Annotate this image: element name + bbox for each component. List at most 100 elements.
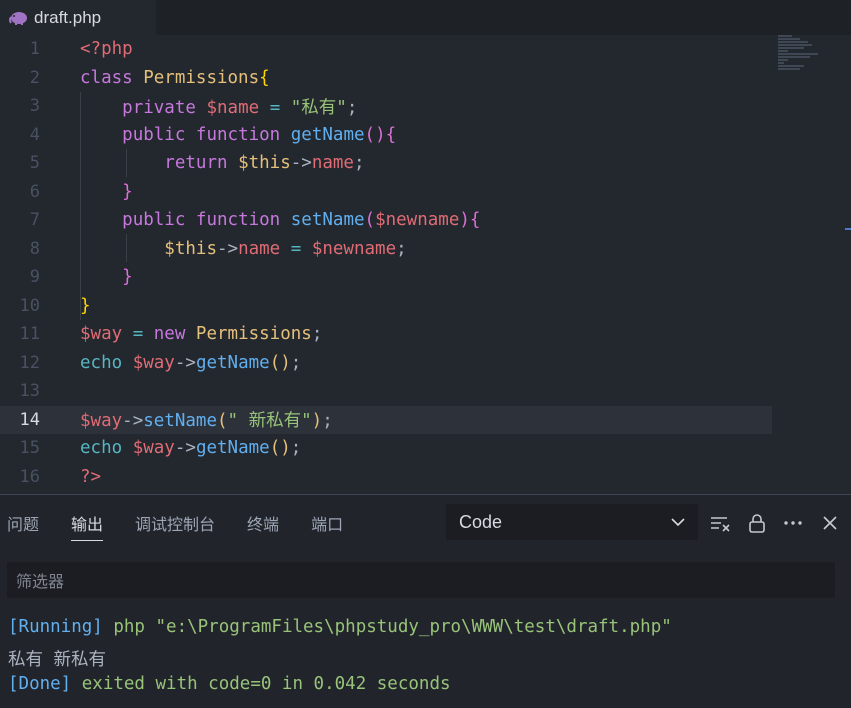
code-editor[interactable]: 1 <?php 2 class Permissions{ 3 private $…: [0, 35, 851, 493]
semicolon: ;: [311, 324, 323, 345]
keyword: public: [122, 124, 186, 145]
running-tag: [Running]: [8, 617, 103, 637]
code-line[interactable]: 13: [0, 377, 772, 406]
variable: $name: [206, 97, 260, 118]
output-channel-select[interactable]: Code: [446, 504, 698, 540]
tab-output[interactable]: 输出: [71, 508, 104, 541]
more-actions-icon[interactable]: [782, 512, 804, 534]
code-line[interactable]: 12 echo $way->getName();: [0, 349, 772, 378]
this-variable: $this: [238, 153, 291, 174]
keyword: public: [122, 210, 186, 231]
line-number: 15: [19, 438, 40, 459]
paren-open: (: [217, 411, 228, 432]
method-call: getName: [195, 438, 270, 459]
lock-icon[interactable]: [746, 512, 768, 534]
code-line[interactable]: 6 }: [0, 178, 772, 207]
output-panel: 问题 输出 调试控制台 终端 端口 Code 筛选器 [Running] php…: [0, 494, 851, 708]
clear-output-icon[interactable]: [709, 512, 731, 534]
keyword: echo: [80, 352, 123, 373]
code-line[interactable]: 3 private $name = "私有";: [0, 92, 772, 121]
line-number: 8: [29, 238, 40, 259]
line-number: 9: [29, 267, 40, 288]
filter-input[interactable]: 筛选器: [7, 562, 835, 598]
output-line: [Done] exited with code=0 in 0.042 secon…: [8, 674, 451, 694]
property: name: [311, 153, 354, 174]
code-line[interactable]: 5 return $this->name;: [0, 149, 772, 178]
operator: =: [122, 324, 154, 345]
keyword: return: [164, 153, 228, 174]
minimap[interactable]: [778, 35, 826, 75]
code-line[interactable]: 16 ?>: [0, 463, 772, 492]
output-channel-value: Code: [459, 511, 503, 532]
arrow-operator: ->: [216, 238, 239, 259]
brace: }: [122, 267, 133, 288]
class-name: Permissions: [143, 67, 260, 88]
output-line: [Running] php "e:\ProgramFiles\phpstudy_…: [8, 617, 672, 637]
code-line[interactable]: 4 public function getName(){: [0, 121, 772, 150]
tab-terminal[interactable]: 终端: [247, 508, 279, 538]
arrow-operator: ->: [290, 153, 312, 174]
parens: (): [364, 124, 386, 145]
brace: }: [80, 295, 91, 316]
paren-open: (: [364, 210, 376, 231]
run-command: php "e:\ProgramFiles\phpstudy_pro\WWW\te…: [102, 617, 672, 637]
operator: =: [280, 238, 312, 259]
tab-problems[interactable]: 问题: [7, 508, 39, 538]
tab-debug-console[interactable]: 调试控制台: [135, 508, 215, 538]
semicolon: ;: [290, 352, 302, 373]
line-number: 14: [19, 409, 40, 430]
paren-close: ): [459, 210, 470, 231]
tab-filename: draft.php: [34, 7, 102, 27]
brace: {: [259, 67, 270, 88]
line-number: 2: [29, 67, 40, 88]
code-line[interactable]: 10 }: [0, 292, 772, 321]
editor-tab-draft-php[interactable]: draft.php: [0, 0, 156, 35]
line-number: 6: [29, 181, 40, 202]
exit-summary: exited with code=0 in 0.042 seconds: [71, 674, 451, 694]
parens: (): [269, 352, 291, 373]
php-elephant-icon: [9, 11, 27, 25]
code-line-current[interactable]: 14 $way->setName(" 新私有");: [0, 405, 772, 434]
code-line[interactable]: 11 $way = new Permissions;: [0, 320, 772, 349]
code-line[interactable]: 2 class Permissions{: [0, 64, 772, 93]
code-line[interactable]: 15 echo $way->getName();: [0, 434, 772, 463]
code-line[interactable]: 9 }: [0, 263, 772, 292]
keyword: new: [153, 324, 186, 345]
semicolon: ;: [353, 153, 365, 174]
semicolon: ;: [346, 97, 358, 118]
keyword: echo: [80, 438, 123, 459]
this-variable: $this: [164, 238, 217, 259]
code-line[interactable]: 7 public function setName($newname){: [0, 206, 772, 235]
class-name: Permissions: [195, 324, 312, 345]
parens: (): [269, 438, 291, 459]
semicolon: ;: [322, 411, 333, 432]
brace: {: [469, 210, 481, 231]
code-line[interactable]: 1 <?php: [0, 35, 772, 64]
line-number: 7: [29, 210, 40, 231]
scrollbar-marker: [845, 228, 851, 230]
output-line: 私有 新私有: [8, 646, 106, 671]
brace: {: [385, 124, 397, 145]
line-number: 13: [19, 381, 40, 402]
line-number: 1: [29, 39, 40, 60]
line-number: 5: [29, 153, 40, 174]
code-line[interactable]: 8 $this->name = $newname;: [0, 235, 772, 264]
brace: }: [122, 181, 133, 202]
php-open-tag: <?php: [80, 39, 133, 60]
tab-ports[interactable]: 端口: [311, 508, 343, 538]
chevron-down-icon: [671, 518, 685, 527]
php-close-tag: ?>: [80, 466, 102, 487]
close-icon[interactable]: [819, 512, 841, 534]
variable: $newname: [311, 238, 397, 259]
property: name: [238, 238, 281, 259]
variable: $way: [80, 324, 123, 345]
variable: $way: [80, 411, 123, 432]
line-number: 16: [19, 466, 40, 487]
string-literal: " 新私有": [227, 411, 312, 432]
arrow-operator: ->: [174, 438, 196, 459]
line-number: 4: [29, 124, 40, 145]
line-number: 11: [19, 324, 40, 345]
parameter: $newname: [375, 210, 460, 231]
program-output: 私有 新私有: [8, 650, 107, 670]
arrow-operator: ->: [174, 352, 196, 373]
